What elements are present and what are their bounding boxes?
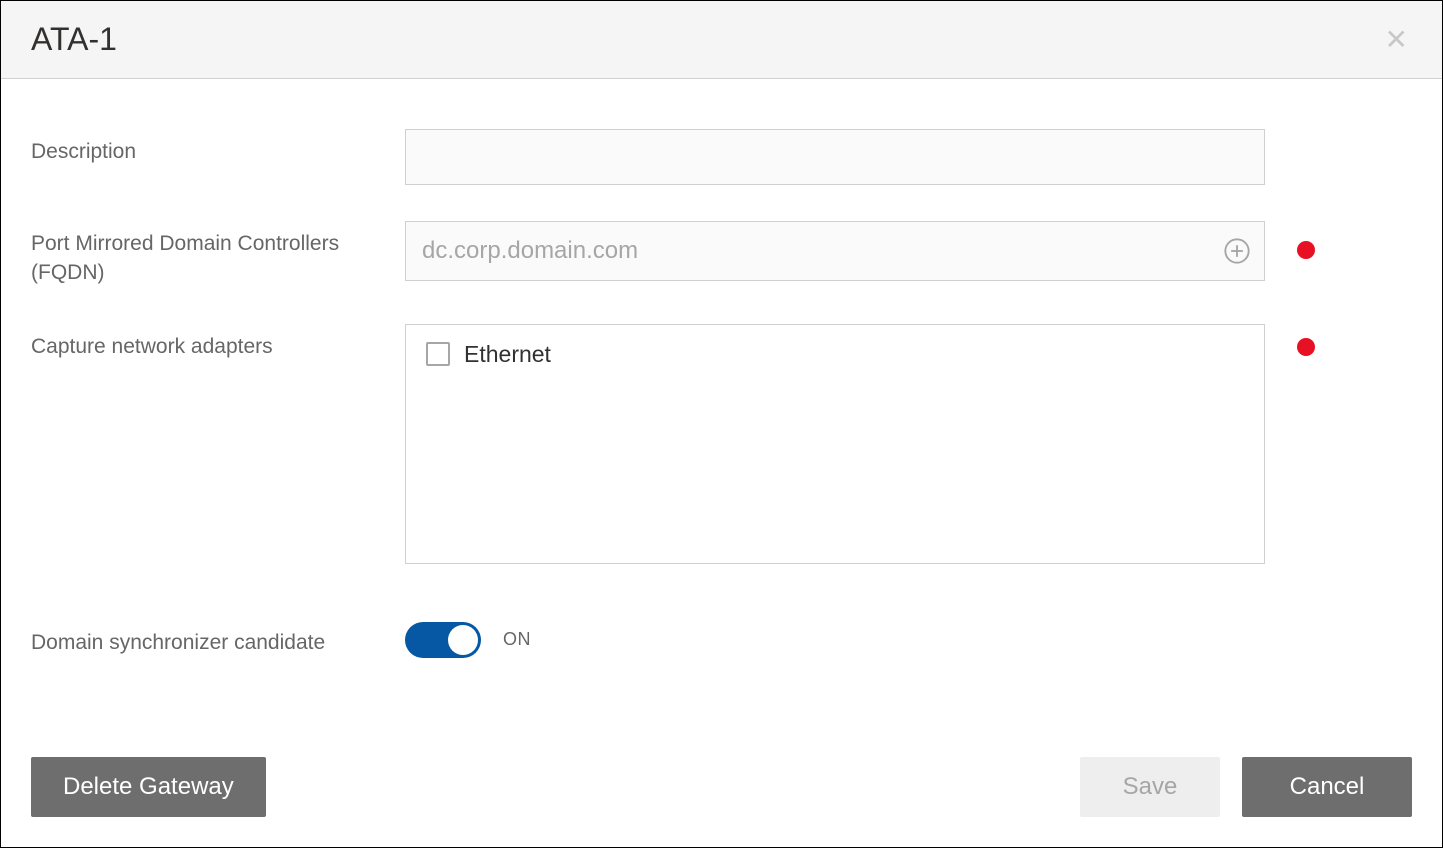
- adapters-row: Capture network adapters Ethernet: [31, 324, 1412, 564]
- fqdn-row: Port Mirrored Domain Controllers (FQDN): [31, 221, 1412, 288]
- description-control: [405, 129, 1412, 185]
- adapters-status-dot: [1297, 338, 1315, 356]
- sync-toggle-state: ON: [503, 629, 531, 650]
- dialog-footer: Delete Gateway Save Cancel: [1, 757, 1442, 847]
- sync-label: Domain synchronizer candidate: [31, 620, 405, 657]
- sync-toggle[interactable]: [405, 622, 481, 658]
- adapter-item-label: Ethernet: [464, 341, 551, 368]
- adapters-control: Ethernet: [405, 324, 1412, 564]
- toggle-knob: [448, 625, 478, 655]
- adapters-listbox: Ethernet: [405, 324, 1265, 564]
- sync-control: ON: [405, 620, 531, 658]
- adapter-item[interactable]: Ethernet: [426, 341, 1244, 368]
- fqdn-label: Port Mirrored Domain Controllers (FQDN): [31, 221, 405, 288]
- adapter-checkbox[interactable]: [426, 342, 450, 366]
- fqdn-input-wrap: [405, 221, 1265, 281]
- dialog-title: ATA-1: [31, 21, 117, 58]
- cancel-button[interactable]: Cancel: [1242, 757, 1412, 817]
- footer-right: Save Cancel: [1080, 757, 1412, 817]
- description-label: Description: [31, 129, 405, 166]
- description-input[interactable]: [405, 129, 1265, 185]
- gateway-config-dialog: ATA-1 ✕ Description Port Mirrored Domain…: [0, 0, 1443, 848]
- save-button[interactable]: Save: [1080, 757, 1220, 817]
- fqdn-control: [405, 221, 1412, 281]
- fqdn-input[interactable]: [405, 221, 1265, 281]
- close-icon[interactable]: ✕: [1381, 26, 1412, 54]
- dialog-body: Description Port Mirrored Domain Control…: [1, 79, 1442, 757]
- dialog-header: ATA-1 ✕: [1, 1, 1442, 79]
- add-icon[interactable]: [1223, 237, 1251, 265]
- description-row: Description: [31, 129, 1412, 185]
- delete-gateway-button[interactable]: Delete Gateway: [31, 757, 266, 817]
- sync-row: Domain synchronizer candidate ON: [31, 620, 1412, 658]
- adapters-label: Capture network adapters: [31, 324, 405, 361]
- fqdn-status-dot: [1297, 241, 1315, 259]
